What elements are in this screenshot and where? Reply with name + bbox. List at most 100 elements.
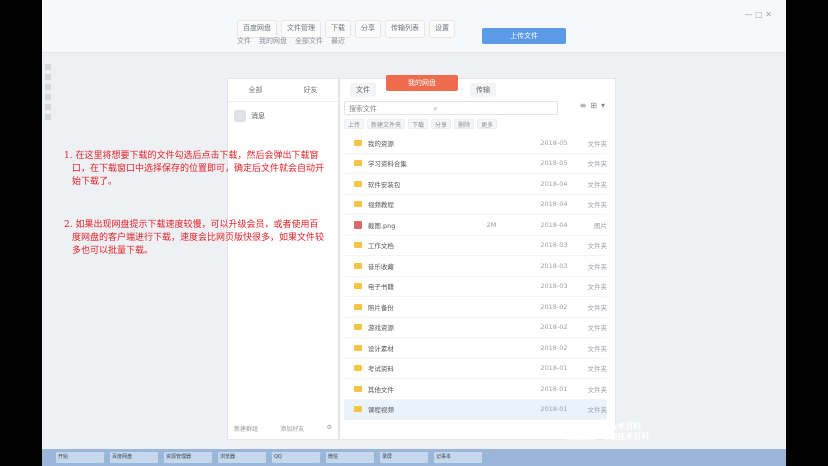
file-date: 2018-02 — [540, 323, 568, 332]
file-date: 2018-05 — [540, 159, 568, 168]
file-row[interactable]: 工作文档 2018-03 文件夹 — [344, 236, 608, 256]
file-type: 文件夹 — [587, 262, 608, 271]
file-type: 文件夹 — [587, 139, 608, 148]
message-label: 消息 — [251, 112, 265, 120]
toolbar-upload[interactable]: 上传 — [344, 119, 365, 129]
toolbar-more[interactable]: 更多 — [477, 119, 498, 129]
left-tab-friends[interactable]: 好友 — [304, 85, 318, 95]
taskbar-item[interactable]: 开始 — [56, 452, 104, 463]
settings-icon[interactable]: ⚙ — [327, 424, 332, 433]
file-date: 2018-02 — [540, 302, 568, 311]
search-input[interactable]: 搜索文件 ⌕ — [344, 101, 558, 115]
file-row[interactable]: 视频教程 2018-04 文件夹 — [344, 195, 607, 215]
file-panel: 文件 我的网盘 传输 搜索文件 ⌕ ≡ ⊞ ▾ 上传 新建文件夹 下载 分享 删… — [339, 75, 616, 440]
toolbar-delete[interactable]: 删除 — [454, 119, 475, 129]
file-row[interactable]: 音乐收藏 2018-03 文件夹 — [344, 256, 607, 277]
file-row[interactable]: 照片备份 2018-02 文件夹 — [344, 297, 607, 318]
view-buttons: ≡ ⊞ ▾ — [580, 101, 605, 110]
file-size: 2M — [486, 220, 497, 229]
addr-3[interactable]: 最近 — [331, 36, 345, 46]
file-name: 截图.png — [367, 221, 396, 230]
file-row[interactable]: 考试资料 2018-01 文件夹 — [344, 359, 608, 379]
file-name: 课程视频 — [367, 406, 394, 415]
folder-icon — [354, 160, 362, 167]
file-type: 文件夹 — [587, 406, 608, 415]
upload-button[interactable]: 上传文件 — [482, 28, 566, 44]
folder-icon — [354, 406, 362, 413]
file-name: 工作文档 — [367, 242, 394, 251]
folder-icon — [354, 365, 362, 372]
file-date: 2018-02 — [540, 343, 568, 352]
addr-0[interactable]: 文件 — [237, 36, 251, 46]
add-friend-button[interactable]: 添加好友 — [280, 424, 304, 433]
sidebar-icon[interactable] — [45, 114, 51, 120]
sidebar-icon[interactable] — [45, 94, 51, 100]
tab-my-disk[interactable]: 我的网盘 — [386, 75, 458, 91]
grid-view-icon[interactable]: ⊞ — [590, 101, 597, 110]
tab-3[interactable]: 分享 — [355, 20, 381, 38]
file-date: 2018-05 — [540, 138, 568, 147]
search-icon[interactable]: ⌕ — [433, 102, 437, 116]
folder-icon — [354, 385, 362, 392]
folder-icon — [354, 180, 362, 187]
taskbar-item[interactable]: 录屏 — [380, 452, 428, 463]
new-group-button[interactable]: 新建群组 — [234, 424, 258, 433]
file-date: 2018-03 — [540, 282, 568, 291]
top-bar: 百度网盘 文件管理 下载 分享 传输列表 设置 文件 我的网盘 全部文件 最近 … — [42, 0, 786, 53]
file-date: 2018-01 — [540, 364, 568, 373]
tab-4[interactable]: 传输列表 — [385, 20, 425, 38]
message-item[interactable]: 消息 — [228, 102, 338, 130]
sidebar-icon[interactable] — [45, 84, 51, 90]
image-file-icon — [354, 220, 362, 229]
watermark-line-2: 百度搜索:电脑技术百科 — [566, 432, 650, 441]
tab-5[interactable]: 设置 — [429, 20, 455, 38]
file-date: 2018-03 — [540, 241, 568, 250]
screen: 百度网盘 文件管理 下载 分享 传输列表 设置 文件 我的网盘 全部文件 最近 … — [42, 0, 786, 466]
file-toolbar: 上传 新建文件夹 下载 分享 删除 更多 — [344, 119, 607, 129]
addr-2[interactable]: 全部文件 — [295, 36, 323, 46]
addr-1[interactable]: 我的网盘 — [259, 36, 287, 46]
file-row[interactable]: 游戏资源 2018-02 文件夹 — [344, 318, 608, 338]
file-name: 其他文件 — [367, 385, 394, 394]
file-name: 设计素材 — [367, 344, 394, 353]
folder-icon — [354, 324, 362, 331]
taskbar-item[interactable]: QQ — [272, 452, 320, 463]
address-bar: 文件 我的网盘 全部文件 最近 — [237, 36, 345, 46]
file-row[interactable]: 截图.png 2M 2018-04 图片 — [344, 215, 607, 236]
left-footer: 新建群组 添加好友 ⚙ — [234, 424, 332, 433]
file-row[interactable]: 软件安装包 2018-04 文件夹 — [344, 174, 607, 195]
taskbar-item[interactable]: 微信 — [326, 452, 374, 463]
file-type: 文件夹 — [587, 365, 608, 374]
taskbar-item[interactable]: 资源管理器 — [164, 452, 212, 463]
tab-transfer[interactable]: 传输 — [470, 83, 496, 97]
file-type: 文件夹 — [587, 242, 608, 251]
file-row[interactable]: 我的资源 2018-05 文件夹 — [344, 133, 607, 154]
chevron-down-icon[interactable]: ▾ — [601, 101, 605, 110]
toolbar-download[interactable]: 下载 — [408, 119, 429, 129]
toolbar-new-folder[interactable]: 新建文件夹 — [367, 119, 406, 129]
file-date: 2018-01 — [540, 405, 568, 414]
tab-files[interactable]: 文件 — [350, 83, 376, 97]
panel-header: 文件 我的网盘 传输 — [340, 75, 615, 97]
toolbar-share[interactable]: 分享 — [431, 119, 452, 129]
sidebar-icon[interactable] — [45, 104, 51, 110]
taskbar-item[interactable]: 浏览器 — [218, 452, 266, 463]
file-row[interactable]: 课程视频 2018-01 文件夹 — [344, 399, 608, 420]
file-type: 文件夹 — [587, 324, 608, 333]
file-type: 图片 — [594, 221, 607, 230]
file-row[interactable]: 学习资料合集 2018-05 文件夹 — [344, 154, 607, 174]
taskbar-item[interactable]: 记事本 — [434, 452, 482, 463]
sidebar-icon[interactable] — [45, 74, 51, 80]
file-row[interactable]: 其他文件 2018-01 文件夹 — [344, 379, 607, 400]
window-controls[interactable]: — □ ✕ — [745, 10, 772, 19]
note-1: 1. 在这里将想要下载的文件勾选后点击下载，然后会弹出下载窗口，在下载窗口中选择… — [64, 151, 325, 187]
file-date: 2018-03 — [540, 261, 568, 270]
file-row[interactable]: 设计素材 2018-02 文件夹 — [344, 338, 607, 359]
file-name: 音乐收藏 — [367, 262, 394, 271]
taskbar-item[interactable]: 百度网盘 — [110, 452, 158, 463]
file-name: 我的资源 — [367, 139, 394, 148]
left-tab-all[interactable]: 全部 — [249, 85, 263, 95]
sidebar-icon[interactable] — [45, 64, 51, 70]
list-view-icon[interactable]: ≡ — [580, 101, 587, 110]
file-row[interactable]: 电子书籍 2018-03 文件夹 — [344, 277, 607, 297]
